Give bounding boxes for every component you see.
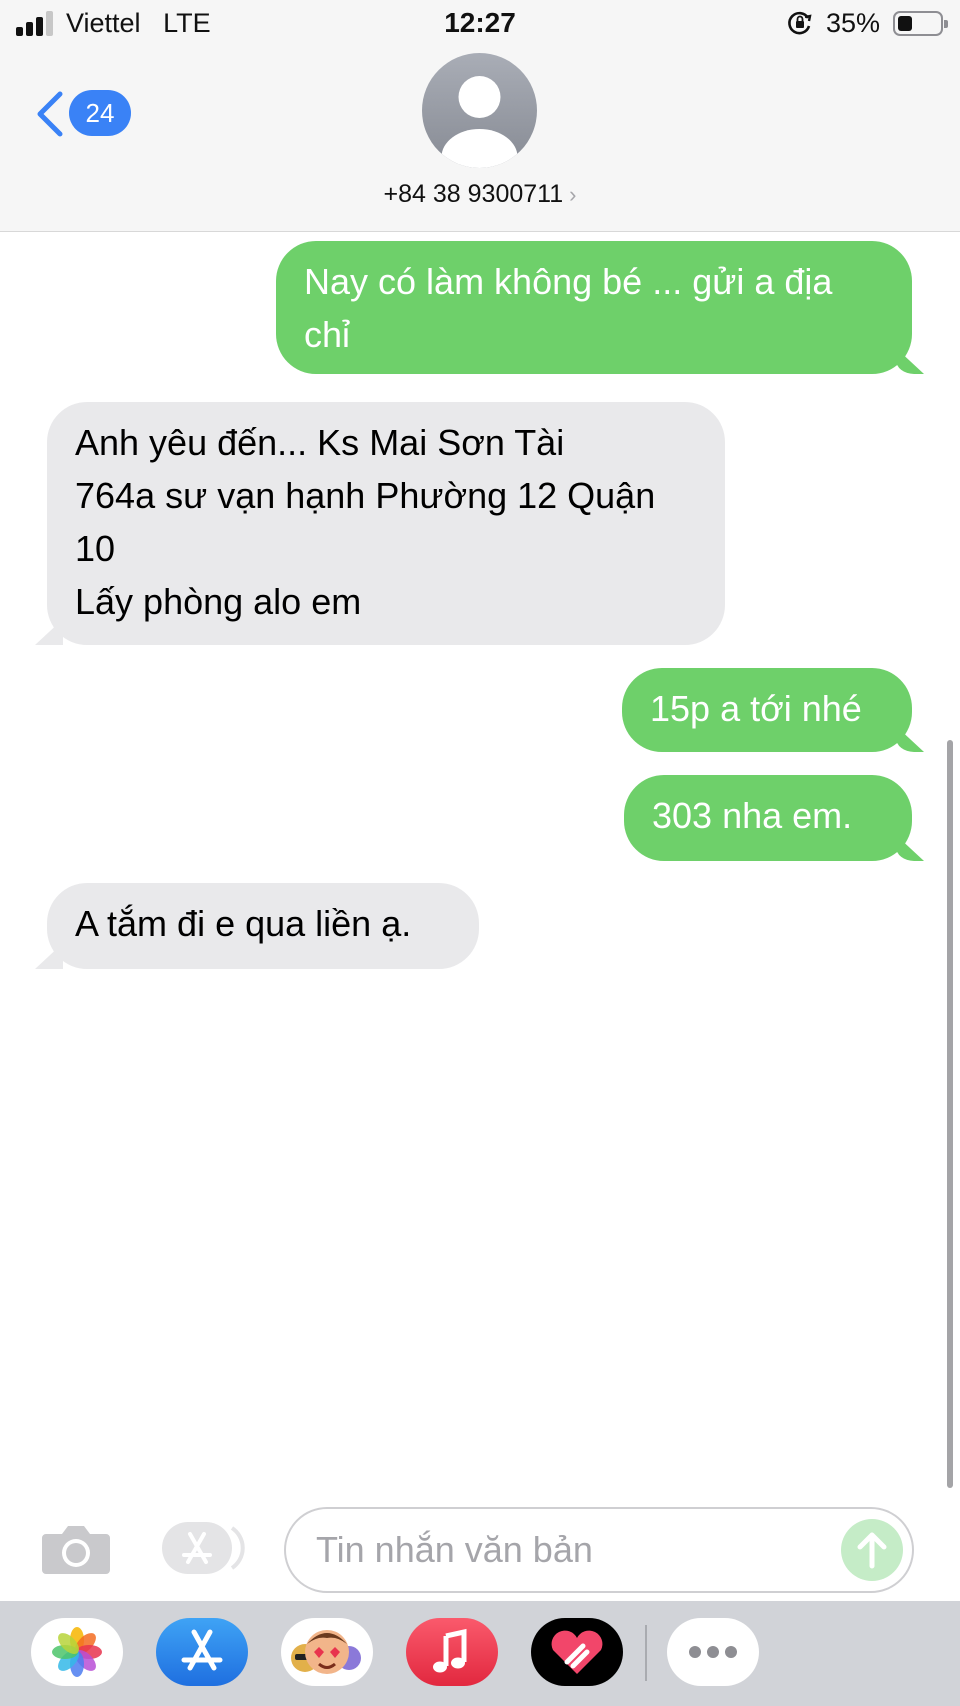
app-store-icon[interactable] [160, 1520, 246, 1576]
status-bar: Viettel LTE 12:27 35% [0, 0, 960, 50]
music-icon[interactable] [406, 1618, 498, 1686]
rotation-lock-icon [788, 11, 812, 35]
chevron-right-icon: › [569, 182, 577, 207]
message-line: chỉ [304, 314, 351, 355]
drawer-divider [645, 1625, 647, 1681]
battery-icon [893, 11, 948, 36]
chevron-left-icon [37, 91, 63, 137]
back-button[interactable]: 24 [34, 86, 134, 142]
person-icon [441, 76, 518, 168]
more-icon [689, 1646, 737, 1658]
message-line: 10 [75, 528, 116, 569]
battery-percent: 35% [826, 8, 881, 38]
message-line: 764a sư vạn hạnh Phường 12 Quận [75, 475, 656, 516]
message-line: 15p a tới nhé [650, 688, 862, 729]
unread-count-badge: 24 [69, 90, 131, 136]
contact-avatar[interactable] [422, 53, 537, 168]
message-bubble-sent[interactable]: Nay có làm không bé ... gửi a địa chỉ [276, 241, 912, 374]
camera-icon[interactable] [40, 1522, 112, 1576]
battery-fill [898, 16, 912, 31]
composer-bar [0, 1503, 960, 1601]
message-line: Lấy phòng alo em [75, 581, 362, 622]
message-line: 303 nha em. [652, 795, 853, 836]
message-bubble-received[interactable]: A tắm đi e qua liền ạ. [47, 883, 479, 969]
imessage-app-drawer [0, 1601, 960, 1706]
message-bubble-sent[interactable]: 303 nha em. [624, 775, 912, 861]
message-input-field[interactable] [284, 1507, 914, 1593]
arrow-up-icon [857, 1532, 887, 1569]
app-store-icon[interactable] [156, 1618, 248, 1686]
message-line: Anh yêu đến... Ks Mai Sơn Tài [75, 422, 565, 463]
digital-touch-icon[interactable] [531, 1618, 623, 1686]
message-bubble-sent[interactable]: 15p a tới nhé [622, 668, 912, 752]
scrollbar[interactable] [947, 740, 953, 1488]
contact-name-button[interactable]: +84 38 9300711 › [0, 180, 960, 209]
message-input[interactable] [316, 1525, 816, 1575]
status-time: 12:27 [444, 7, 516, 38]
memoji-icon[interactable] [281, 1618, 373, 1686]
message-thread[interactable]: Nay có làm không bé ... gửi a địa chỉ An… [0, 233, 960, 1503]
send-button[interactable] [841, 1519, 903, 1581]
message-bubble-received[interactable]: Anh yêu đến... Ks Mai Sơn Tài 764a sư vạ… [47, 402, 725, 645]
message-line: Nay có làm không bé ... gửi a địa [304, 261, 833, 302]
more-apps-button[interactable] [667, 1618, 759, 1686]
message-line: A tắm đi e qua liền ạ. [75, 903, 412, 944]
conversation-header: 24 +84 38 9300711 › [0, 50, 960, 232]
contact-number: +84 38 9300711 [383, 180, 564, 208]
photos-icon[interactable] [31, 1618, 123, 1686]
